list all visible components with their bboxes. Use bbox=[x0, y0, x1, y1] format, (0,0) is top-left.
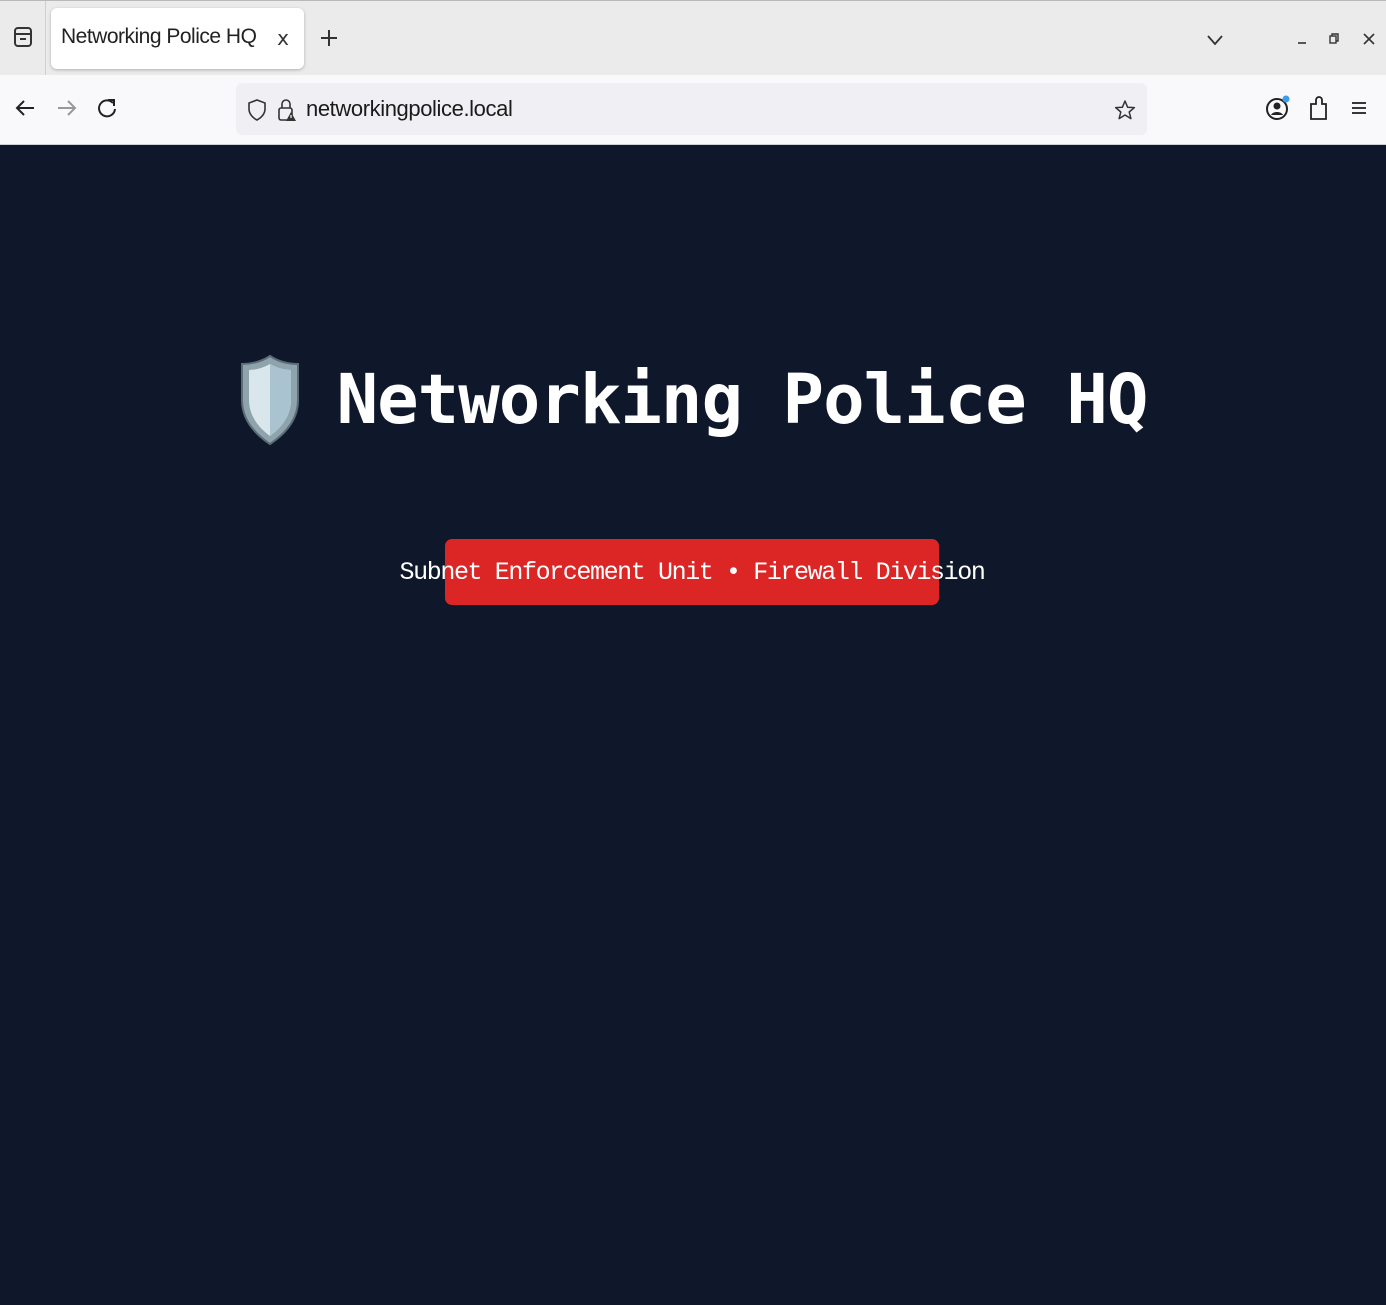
forward-button[interactable] bbox=[50, 93, 84, 127]
close-icon[interactable]: x bbox=[272, 24, 294, 52]
shield-icon[interactable] bbox=[244, 96, 270, 124]
reload-icon bbox=[96, 97, 118, 123]
navigation-toolbar: networkingpolice.local bbox=[0, 75, 1386, 145]
url-text[interactable]: networkingpolice.local bbox=[306, 96, 513, 122]
page-content: Networking Police HQ Subnet Enforcement … bbox=[0, 145, 1386, 1305]
plus-icon bbox=[319, 28, 339, 52]
reload-button[interactable] bbox=[90, 93, 124, 127]
list-all-tabs-button[interactable] bbox=[1200, 25, 1230, 55]
star-icon[interactable] bbox=[1109, 94, 1141, 126]
application-menu-button[interactable] bbox=[1344, 93, 1374, 127]
restore-icon bbox=[1327, 31, 1341, 50]
tab-list-icon bbox=[12, 24, 34, 54]
police-shield-icon bbox=[239, 354, 301, 446]
tab-title: Networking Police HQ bbox=[61, 25, 257, 48]
back-button[interactable] bbox=[8, 93, 42, 127]
account-button[interactable] bbox=[1262, 93, 1294, 127]
chevron-down-icon bbox=[1206, 31, 1224, 50]
account-icon bbox=[1265, 94, 1291, 126]
restore-button[interactable] bbox=[1322, 23, 1346, 57]
minimize-icon bbox=[1295, 31, 1309, 50]
lock-icon[interactable] bbox=[274, 95, 300, 125]
address-bar[interactable]: networkingpolice.local bbox=[236, 83, 1147, 135]
window-close-button[interactable] bbox=[1356, 23, 1382, 57]
tab-list-button[interactable] bbox=[0, 1, 46, 76]
hamburger-menu-icon bbox=[1350, 100, 1368, 120]
unit-badge-text: Subnet Enforcement Unit • Firewall Divis… bbox=[399, 557, 986, 587]
unit-badge: Subnet Enforcement Unit • Firewall Divis… bbox=[400, 539, 986, 605]
tab-strip: Networking Police HQ x bbox=[0, 0, 1386, 76]
window-close-icon bbox=[1362, 31, 1376, 50]
forward-arrow-icon bbox=[56, 98, 78, 122]
extensions-icon bbox=[1308, 95, 1330, 125]
page-title: Networking Police HQ bbox=[336, 360, 1149, 440]
page-header: Networking Police HQ bbox=[0, 350, 1386, 450]
back-arrow-icon bbox=[14, 98, 36, 122]
minimize-button[interactable] bbox=[1290, 23, 1314, 57]
active-tab[interactable]: Networking Police HQ x bbox=[51, 8, 304, 69]
extensions-button[interactable] bbox=[1304, 93, 1334, 127]
new-tab-button[interactable] bbox=[314, 23, 344, 57]
